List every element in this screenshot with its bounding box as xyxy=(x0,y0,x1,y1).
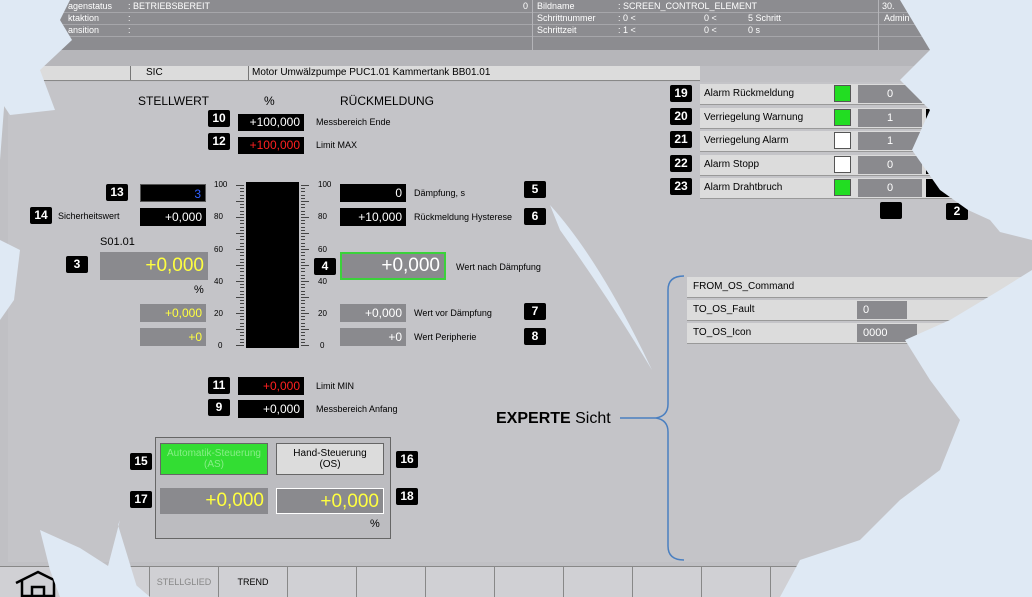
torn-edge-overlay xyxy=(0,0,1032,597)
